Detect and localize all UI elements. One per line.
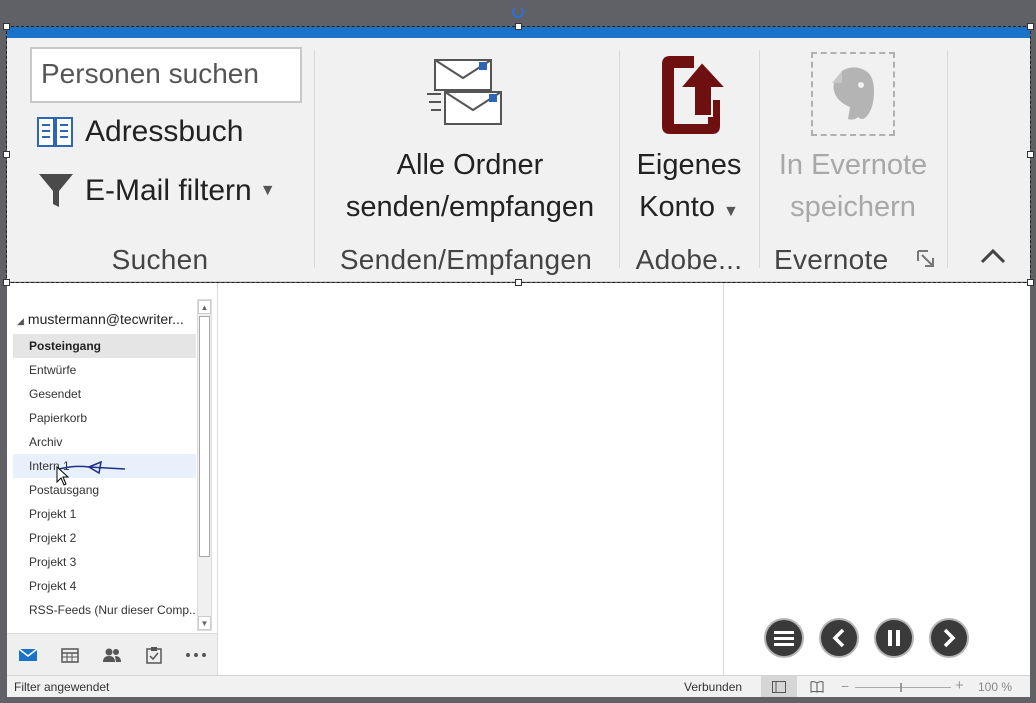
collapse-ribbon-icon[interactable] (978, 241, 1008, 271)
folder-projekt-2[interactable]: Projekt 2 (13, 526, 196, 550)
group-divider (947, 50, 948, 268)
folder-gesendet[interactable]: Gesendet (13, 382, 196, 406)
own-account-line2: Konto (639, 191, 715, 223)
evernote-line1: In Evernote (778, 149, 928, 181)
resize-handle[interactable] (1027, 151, 1034, 158)
folder-projekt-4[interactable]: Projekt 4 (13, 574, 196, 598)
group-label-suchen: Suchen (111, 244, 209, 275)
scroll-up-icon[interactable]: ▲ (198, 300, 211, 314)
folder-archiv[interactable]: Archiv (13, 430, 196, 454)
menu-icon[interactable] (764, 618, 804, 658)
mail-icon[interactable] (7, 634, 49, 676)
send-receive-line1: Alle Ordner (396, 149, 544, 181)
send-receive-line2: senden/empfangen (345, 191, 595, 223)
navigation-bar (7, 633, 217, 675)
status-bar: Filter angewendet Verbunden − + 100 % (7, 675, 1030, 697)
message-list[interactable] (219, 283, 724, 675)
reading-view-icon[interactable] (805, 676, 829, 697)
evernote-icon (811, 52, 895, 136)
group-adobe: Eigenes Konto ▼ Adobe... (620, 38, 758, 282)
scroll-thumb[interactable] (199, 316, 210, 557)
account-folder[interactable]: ◢ mustermann@tecwriter... (17, 311, 199, 327)
group-suchen: Personen suchen Adressbuch E-Mail filter… (7, 38, 313, 282)
own-account-line1: Eigenes (636, 149, 742, 181)
send-receive-icon (427, 56, 503, 135)
more-icon[interactable] (175, 634, 217, 676)
player-controls (764, 618, 969, 658)
adobe-account-icon (656, 54, 729, 141)
outlook-main: ◢ mustermann@tecwriter... Posteingang Ent… (7, 283, 1030, 675)
resize-handle[interactable] (515, 279, 522, 286)
reading-pane (725, 283, 1030, 675)
ribbon: Personen suchen Adressbuch E-Mail filter… (7, 38, 1030, 282)
folder-entwuerfe[interactable]: Entwürfe (13, 358, 196, 382)
next-icon[interactable] (929, 618, 969, 658)
previous-icon[interactable] (819, 618, 859, 658)
filter-icon (35, 172, 77, 210)
resize-handle[interactable] (1027, 23, 1034, 30)
email-filter-label: E-Mail filtern (85, 174, 252, 207)
scroll-down-icon[interactable]: ▼ (198, 616, 211, 630)
resize-handle[interactable] (3, 279, 10, 286)
addressbook-label: Adressbuch (85, 115, 244, 148)
status-filter-text: Filter angewendet (14, 680, 110, 694)
own-account-button[interactable]: Eigenes Konto ▼ (620, 144, 758, 233)
send-receive-all-button[interactable]: Alle Ordner senden/empfangen (325, 144, 615, 228)
resize-handle[interactable] (3, 151, 10, 158)
zoom-slider[interactable]: − + (841, 677, 971, 694)
folder-papierkorb[interactable]: Papierkorb (13, 406, 196, 430)
zoom-in-icon[interactable]: + (955, 677, 964, 694)
group-senden-empfangen: Alle Ordner senden/empfangen Senden/Empf… (315, 38, 617, 282)
rotate-handle[interactable] (512, 6, 524, 18)
addressbook-icon (35, 113, 77, 151)
resize-handle[interactable] (3, 23, 10, 30)
calendar-icon[interactable] (49, 634, 91, 676)
group-label-senden: Senden/Empfangen (339, 244, 593, 275)
chevron-down-icon: ▼ (722, 203, 739, 220)
addressbook-button[interactable]: Adressbuch (35, 113, 243, 151)
email-filter-button[interactable]: E-Mail filtern ▼ (35, 172, 276, 210)
pause-icon[interactable] (874, 618, 914, 658)
own-account-line2-row: Konto ▼ (620, 186, 758, 233)
zoom-track[interactable] (855, 687, 951, 688)
folder-projekt-1[interactable]: Projekt 1 (13, 502, 196, 526)
folder-posteingang[interactable]: Posteingang (13, 334, 196, 358)
collapse-triangle-icon[interactable]: ◢ (17, 316, 24, 326)
save-to-evernote-button[interactable]: In Evernote speichern (760, 144, 946, 228)
dialog-launcher-icon[interactable] (916, 249, 936, 269)
folder-rss-feeds[interactable]: RSS-Feeds (Nur dieser Comp... (13, 598, 196, 622)
evernote-line2: speichern (790, 191, 916, 223)
account-name: mustermann@tecwriter... (27, 311, 184, 327)
chevron-down-icon: ▼ (259, 182, 276, 199)
people-icon[interactable] (91, 634, 133, 676)
folder-scrollbar[interactable]: ▲ ▼ (197, 299, 212, 631)
tasks-icon[interactable] (133, 634, 175, 676)
folder-pane: ◢ mustermann@tecwriter... Posteingang Ent… (7, 283, 218, 675)
resize-handle[interactable] (1027, 279, 1034, 286)
resize-handle[interactable] (515, 23, 522, 30)
group-evernote: In Evernote speichern Evernote (760, 38, 946, 282)
group-label-adobe: Adobe... (635, 244, 743, 275)
zoom-level[interactable]: 100 % (978, 680, 1012, 694)
status-connection: Verbunden (684, 680, 743, 694)
zoom-knob[interactable] (900, 683, 902, 692)
folder-projekt-3[interactable]: Projekt 3 (13, 550, 196, 574)
mouse-cursor-icon (56, 466, 70, 486)
zoom-out-icon[interactable]: − (841, 678, 849, 694)
normal-view-icon[interactable] (761, 676, 797, 697)
people-search-input[interactable]: Personen suchen (30, 47, 302, 103)
